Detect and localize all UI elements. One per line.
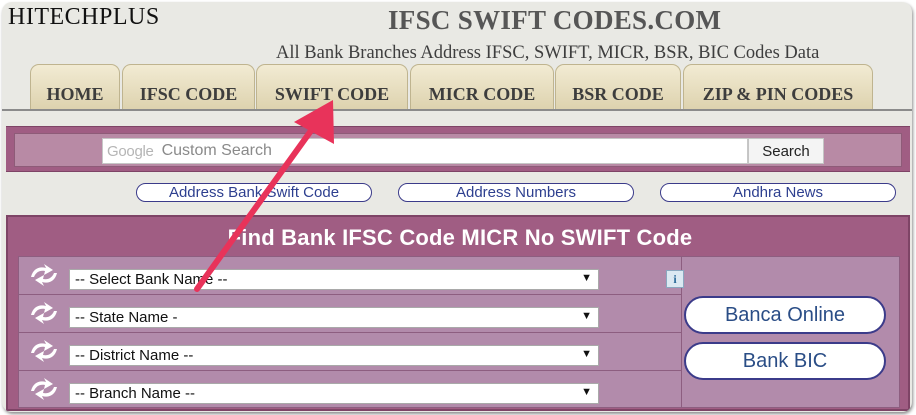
search-input[interactable]: Google Custom Search [102,138,748,164]
info-icon[interactable]: i [666,270,684,288]
district-name-select[interactable]: -- District Name -- ▼ [69,345,599,366]
row-divider [19,370,681,371]
row-divider [19,294,681,295]
refresh-arrows-icon[interactable] [29,339,59,363]
refresh-arrows-icon[interactable] [29,301,59,325]
bank-name-select[interactable]: -- Select Bank Name -- ▼ [69,269,599,290]
branch-name-select-value: -- Branch Name -- [75,385,196,402]
refresh-arrows-icon[interactable] [29,377,59,401]
tab-ifsc-code[interactable]: IFSC CODE [122,64,255,110]
bank-name-select-value: -- Select Bank Name -- [75,271,228,288]
site-logo[interactable]: HITECHPLUS [8,4,160,31]
site-title[interactable]: IFSC SWIFT CODES.COM [388,5,721,36]
search-bar: Google Custom Search Search [6,126,910,172]
tab-zip-pin-codes[interactable]: ZIP & PIN CODES [683,64,873,110]
caret-down-icon: ▼ [581,348,592,360]
link-address-numbers[interactable]: Address Numbers [398,183,634,202]
tab-bsr-code[interactable]: BSR CODE [555,64,681,110]
district-name-select-value: -- District Name -- [75,347,194,364]
link-address-bank-swift-code[interactable]: Address Bank Swift Code [136,183,372,202]
row-divider [19,332,681,333]
banca-online-button[interactable]: Banca Online [684,296,886,334]
branch-name-select[interactable]: -- Branch Name -- ▼ [69,383,599,404]
page-frame: HITECHPLUS IFSC SWIFT CODES.COM All Bank… [2,2,912,412]
bank-bic-button[interactable]: Bank BIC [684,342,886,380]
tab-home[interactable]: HOME [30,64,120,110]
tab-micr-code[interactable]: MICR CODE [410,64,554,110]
link-andhra-news[interactable]: Andhra News [660,183,896,202]
caret-down-icon: ▼ [581,272,592,284]
google-logo: Google [107,142,154,160]
finder-selects-panel: -- Select Bank Name -- ▼ -- State Name -… [18,256,682,408]
caret-down-icon: ▼ [581,386,592,398]
state-name-select-value: -- State Name - [75,309,178,326]
search-button[interactable]: Search [748,138,824,164]
refresh-arrows-icon[interactable] [29,263,59,287]
state-name-select[interactable]: -- State Name - ▼ [69,307,599,328]
tab-swift-code[interactable]: SWIFT CODE [256,64,408,110]
tabs-divider [2,109,912,111]
search-placeholder: Custom Search [161,142,272,159]
caret-down-icon: ▼ [581,310,592,322]
site-tagline: All Bank Branches Address IFSC, SWIFT, M… [276,43,820,63]
finder-title: Find Bank IFSC Code MICR No SWIFT Code [227,225,693,250]
